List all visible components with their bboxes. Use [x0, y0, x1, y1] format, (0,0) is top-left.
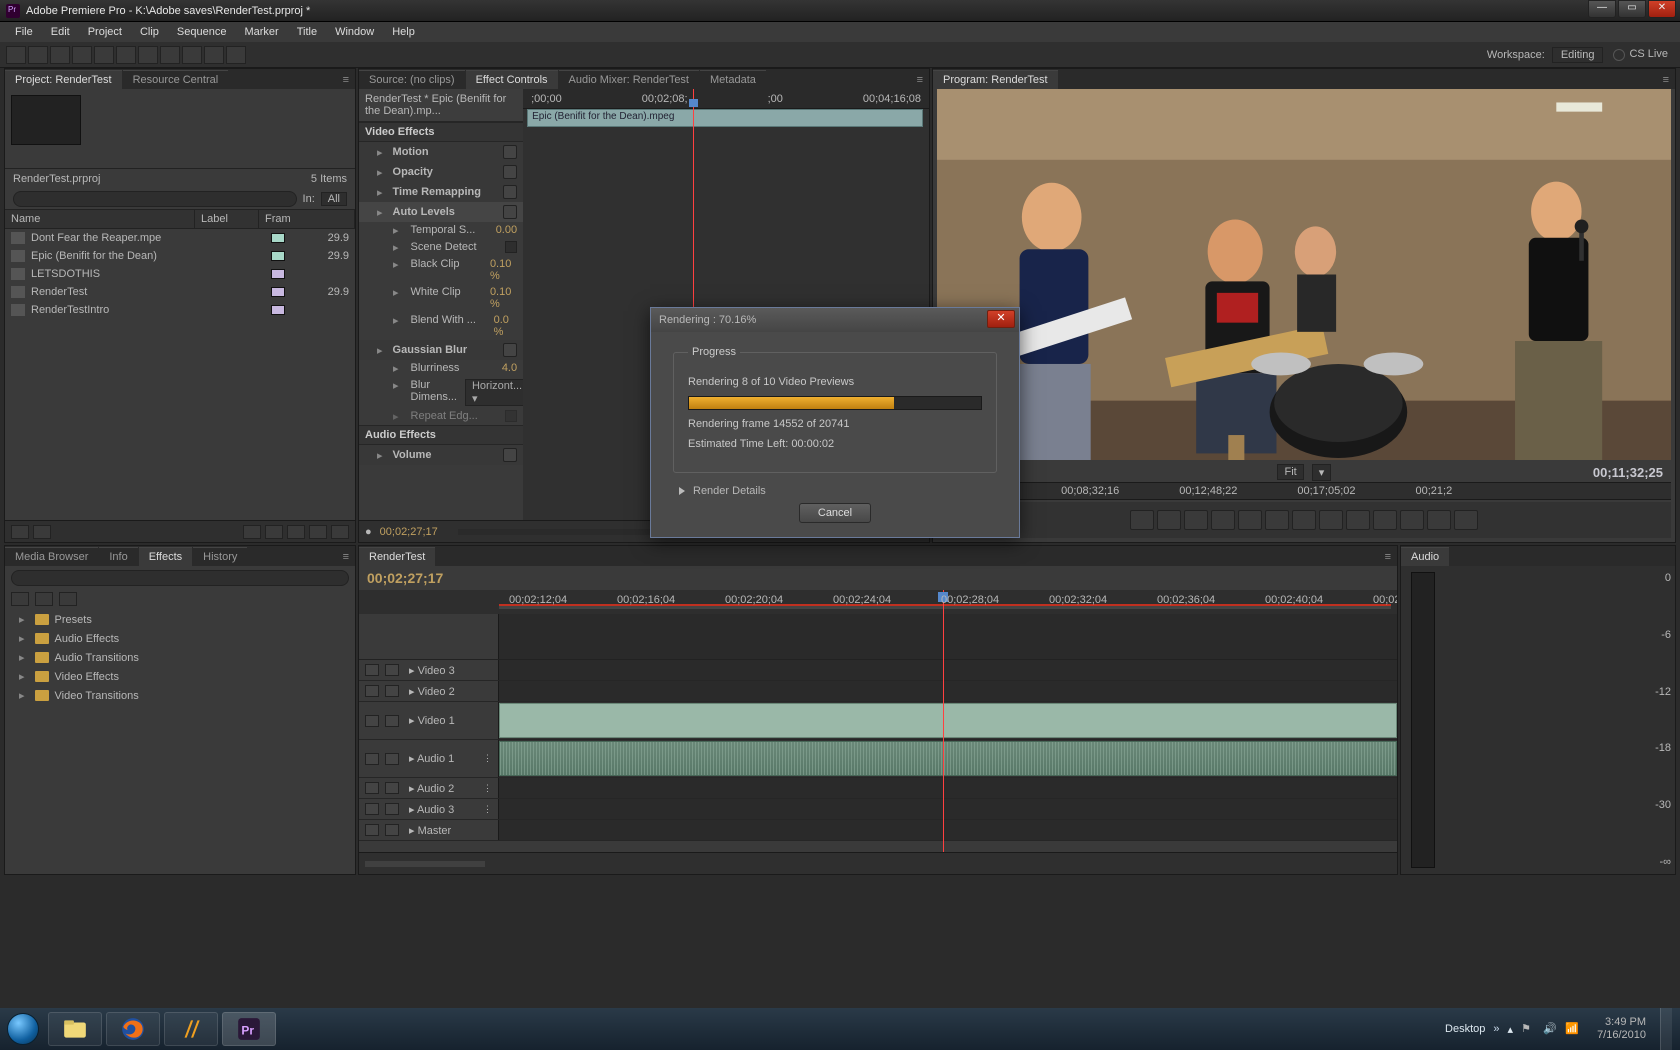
- dialog-titlebar[interactable]: Rendering : 70.16% ✕: [651, 308, 1019, 332]
- tray-expand-icon[interactable]: »: [1493, 1023, 1499, 1035]
- cancel-button[interactable]: Cancel: [799, 503, 871, 523]
- desktop-toolbar-label[interactable]: Desktop: [1445, 1023, 1485, 1035]
- show-desktop-button[interactable]: [1660, 1008, 1672, 1050]
- taskbar-explorer[interactable]: [48, 1012, 102, 1046]
- modal-layer: Rendering : 70.16% ✕ Progress Rendering …: [0, 0, 1680, 1050]
- taskbar-firefox[interactable]: [106, 1012, 160, 1046]
- volume-icon[interactable]: 🔊: [1543, 1022, 1557, 1036]
- start-button[interactable]: [0, 1008, 46, 1050]
- windows-taskbar: Pr Desktop » ▴ ⚑ 🔊 📶 3:49 PM 7/16/2010: [0, 1008, 1680, 1050]
- taskbar-winamp[interactable]: [164, 1012, 218, 1046]
- render-details-toggle[interactable]: Render Details: [679, 485, 997, 497]
- rendering-dialog: Rendering : 70.16% ✕ Progress Rendering …: [650, 307, 1020, 538]
- dialog-title: Rendering : 70.16%: [659, 314, 756, 326]
- render-status-line: Rendering 8 of 10 Video Previews: [688, 376, 982, 388]
- taskbar-clock[interactable]: 3:49 PM 7/16/2010: [1597, 1016, 1646, 1042]
- tray-icon[interactable]: ⚑: [1521, 1022, 1535, 1036]
- windows-orb-icon: [7, 1013, 39, 1045]
- show-hidden-icons[interactable]: ▴: [1508, 1023, 1514, 1036]
- dialog-close-icon[interactable]: ✕: [987, 310, 1015, 328]
- render-eta-line: Estimated Time Left: 00:00:02: [688, 438, 982, 450]
- progress-legend: Progress: [688, 346, 740, 358]
- render-frame-line: Rendering frame 14552 of 20741: [688, 418, 982, 430]
- disclosure-triangle-icon: [679, 487, 685, 495]
- svg-text:Pr: Pr: [241, 1023, 254, 1037]
- taskbar-premiere[interactable]: Pr: [222, 1012, 276, 1046]
- render-progressbar: [688, 396, 982, 410]
- network-icon[interactable]: 📶: [1565, 1022, 1579, 1036]
